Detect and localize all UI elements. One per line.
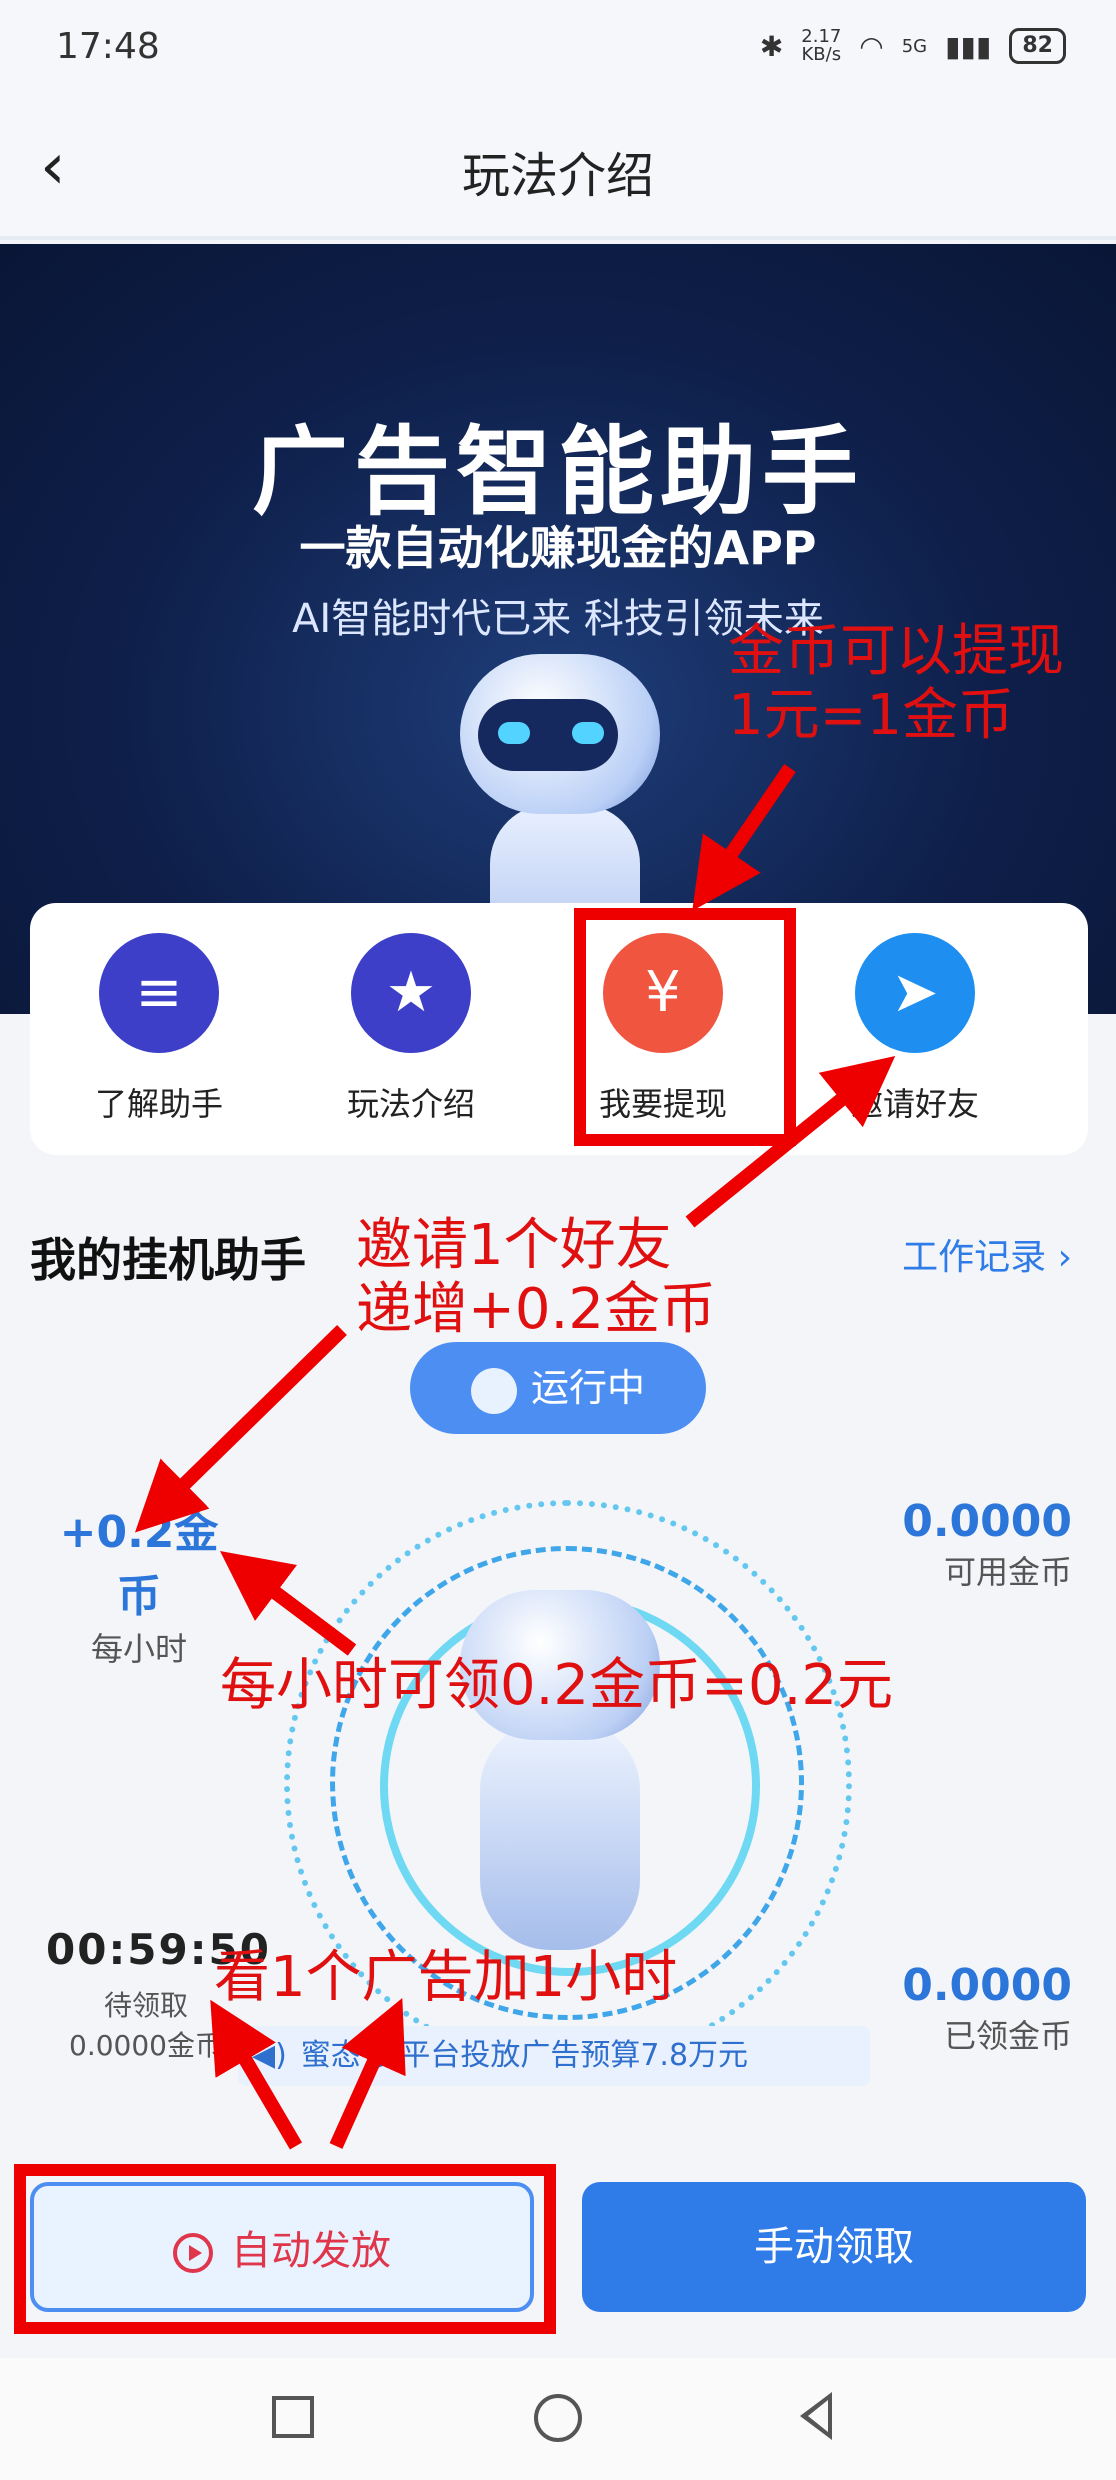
annotation-invite-line1: 邀请1个好友 bbox=[356, 1213, 672, 1278]
arrow-to-withdraw bbox=[692, 764, 796, 911]
arrow-to-rate bbox=[134, 1324, 347, 1533]
arrow-to-hourly bbox=[220, 1551, 357, 1656]
annotation-ad: 看1个广告加1小时 bbox=[214, 1945, 678, 2010]
arrow-to-timer-left bbox=[210, 1999, 303, 2150]
annotation-withdraw: 金币可以提现 1元=1金币 bbox=[728, 620, 1064, 748]
annotation-invite: 邀请1个好友 递增+0.2金币 bbox=[356, 1214, 716, 1342]
annotation-withdraw-line2: 1元=1金币 bbox=[728, 682, 1015, 748]
annotation-withdraw-line1: 金币可以提现 bbox=[728, 619, 1064, 684]
arrow-to-invite bbox=[685, 1055, 896, 1228]
annotation-invite-line2: 递增+0.2金币 bbox=[356, 1276, 716, 1342]
arrow-to-timer-right bbox=[329, 1998, 406, 2149]
annotation-hourly: 每小时可领0.2金币=0.2元 bbox=[220, 1653, 894, 1718]
